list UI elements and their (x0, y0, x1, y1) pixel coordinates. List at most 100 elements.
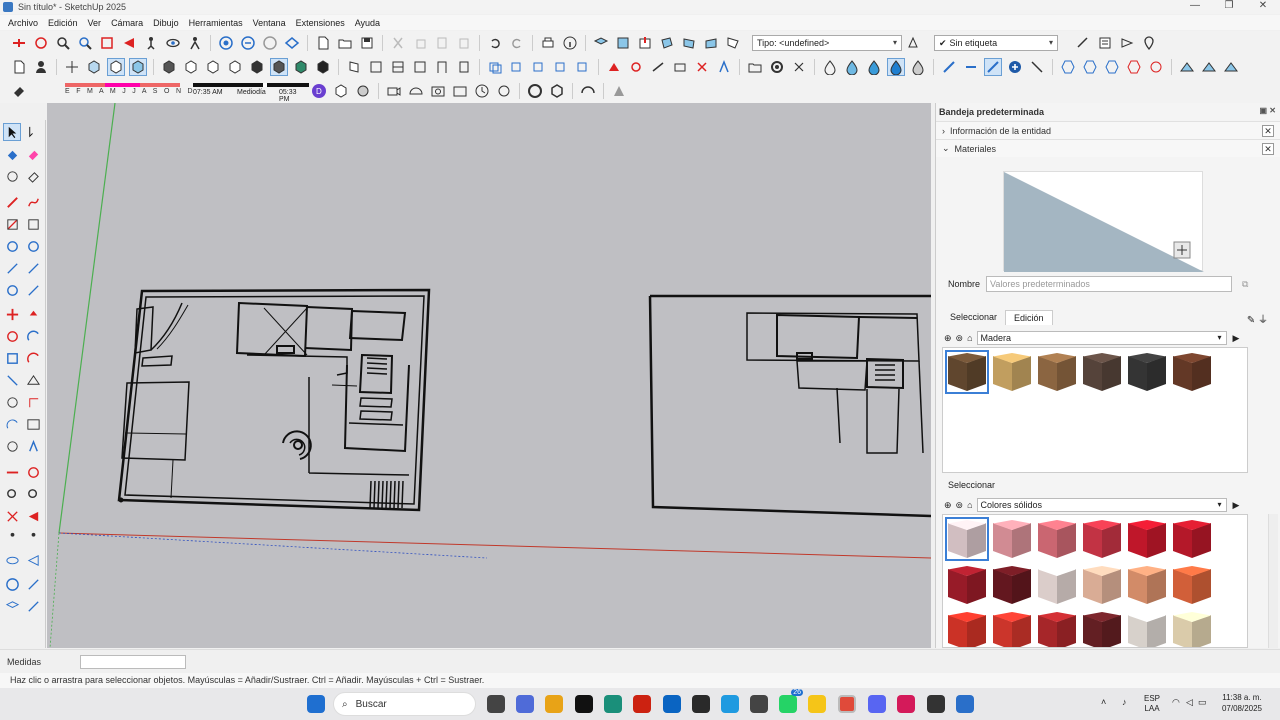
section-tool-icon[interactable] (24, 551, 42, 569)
close-x-icon[interactable] (790, 58, 808, 76)
user-icon[interactable] (32, 58, 50, 76)
chevron-up-icon[interactable]: ˄ (1101, 697, 1106, 707)
axes-icon[interactable] (63, 58, 81, 76)
polygon-tool-icon[interactable] (24, 237, 42, 255)
wood-swatch[interactable] (945, 350, 989, 394)
layers-tool-2-icon[interactable] (24, 597, 42, 615)
color-swatch[interactable] (990, 609, 1034, 647)
terrain-3-icon[interactable] (1222, 58, 1240, 76)
layers-blue-4-icon[interactable] (552, 58, 570, 76)
zoom-icon[interactable] (54, 34, 72, 52)
outlook-icon[interactable] (663, 695, 681, 713)
add-circle-icon[interactable] (1006, 58, 1024, 76)
app-dark-icon[interactable] (692, 695, 710, 713)
style-selected-icon[interactable] (270, 58, 288, 76)
color-swatch[interactable] (1035, 563, 1079, 607)
push-pull-icon[interactable] (24, 305, 42, 323)
wood-swatch[interactable] (1080, 350, 1124, 394)
tab-edit[interactable]: Edición (1005, 310, 1053, 325)
clock-icon[interactable] (473, 82, 491, 100)
home-icon[interactable]: ⌂ (967, 333, 972, 343)
maximize-icon[interactable]: ❐ (1212, 0, 1246, 14)
mic-icon[interactable]: ♪ (1122, 697, 1127, 707)
color-swatch[interactable] (1035, 609, 1079, 647)
sandbox-5-icon[interactable] (693, 58, 711, 76)
settings-wheel-icon[interactable] (526, 82, 544, 100)
drop-icon[interactable] (821, 58, 839, 76)
app-gray-icon[interactable] (750, 695, 768, 713)
widgets-icon[interactable] (516, 695, 534, 713)
tag-dropdown[interactable]: ✔ Sin etiqueta ▾ (934, 35, 1058, 51)
tray-pin-close-icons[interactable]: ▣ ✕ (1260, 106, 1276, 115)
camera-tool-icon[interactable] (385, 82, 403, 100)
right-view-icon[interactable] (658, 34, 676, 52)
forward-icon[interactable]: ⊚ (956, 500, 964, 511)
wood-swatch[interactable] (1170, 350, 1214, 394)
previous-view-tool-icon[interactable] (24, 507, 42, 525)
paste-icon[interactable] (433, 34, 451, 52)
zoom-tool-icon[interactable] (3, 485, 21, 503)
tool-a-icon[interactable] (940, 58, 958, 76)
material-name-field[interactable]: Valores predeterminados (986, 276, 1233, 292)
tool-c-icon[interactable] (984, 58, 1002, 76)
menu-extensiones[interactable]: Extensiones (294, 18, 347, 28)
save-icon[interactable] (358, 34, 376, 52)
menu-ver[interactable]: Ver (86, 18, 104, 28)
top-view-icon[interactable] (614, 34, 632, 52)
color-swatch[interactable] (945, 609, 989, 647)
speaker-icon[interactable]: ◁ (1186, 697, 1193, 708)
dimension-tool-icon[interactable] (3, 393, 21, 411)
3d-text-icon[interactable] (24, 437, 42, 455)
duplicate-icon[interactable]: ⧉ (1242, 279, 1248, 290)
home-icon[interactable]: ⌂ (967, 500, 972, 510)
forward-icon[interactable]: ⊚ (956, 333, 964, 344)
color-swatch[interactable] (945, 517, 989, 561)
wood-swatch[interactable] (1035, 350, 1079, 394)
orbit-tool-icon[interactable] (3, 463, 21, 481)
language-indicator[interactable]: ESP LAA (1144, 694, 1160, 714)
taskbar-search[interactable]: ⌕ Buscar (333, 692, 476, 716)
terrain-2-icon[interactable] (1200, 58, 1218, 76)
sphere-icon[interactable] (354, 82, 372, 100)
outliner-icon[interactable] (1096, 34, 1114, 52)
text-box-icon[interactable] (24, 415, 42, 433)
look-around-tool-icon[interactable] (3, 551, 21, 569)
arc-2pt-icon[interactable] (24, 259, 42, 277)
protractor-icon[interactable] (24, 371, 42, 389)
drop-selected-icon[interactable] (887, 58, 905, 76)
menu-ayuda[interactable]: Ayuda (353, 18, 382, 28)
cube-icon[interactable] (332, 82, 350, 100)
shaded-textures-icon[interactable] (204, 58, 222, 76)
details-icon[interactable]: ▶ (1233, 500, 1240, 511)
arc-tool-2-icon[interactable] (3, 259, 21, 277)
tag-paint-icon[interactable] (3, 167, 21, 185)
close-icon[interactable]: ✕ (1246, 0, 1280, 14)
geo-location-icon[interactable] (1140, 34, 1158, 52)
scenes-icon[interactable] (1118, 34, 1136, 52)
drop-blue-2-icon[interactable] (865, 58, 883, 76)
library-dropdown-bottom[interactable]: Colores sólidos ▾ (976, 498, 1227, 512)
position-camera-icon[interactable] (186, 34, 204, 52)
color-swatch[interactable] (1170, 609, 1214, 647)
bottom-view-icon[interactable] (724, 34, 742, 52)
eraser-2-icon[interactable] (24, 167, 42, 185)
entity-info-panel[interactable]: › Información de la entidad ✕ (936, 121, 1280, 139)
hex-4-icon[interactable] (1125, 58, 1143, 76)
paint-bucket-icon[interactable] (3, 145, 21, 163)
acrobat-icon[interactable] (897, 695, 915, 713)
text-tool-icon[interactable] (715, 58, 733, 76)
netflix-icon[interactable] (633, 695, 651, 713)
scale-tool-icon[interactable] (3, 349, 21, 367)
wifi-icon[interactable]: ◠ (1172, 697, 1180, 708)
walk-tool-icon[interactable] (24, 529, 42, 547)
chrome-icon[interactable] (838, 695, 856, 713)
zoom-window-icon[interactable] (76, 34, 94, 52)
menu-herramientas[interactable]: Herramientas (187, 18, 245, 28)
materials-panel[interactable]: ⌄ Materiales ✕ (936, 139, 1280, 157)
model-info-icon[interactable] (561, 34, 579, 52)
back-icon[interactable]: ⊕ (944, 333, 952, 344)
color-swatch[interactable] (1125, 609, 1169, 647)
pan-icon[interactable] (32, 34, 50, 52)
tag-tool-icon[interactable] (1074, 34, 1092, 52)
page-icon[interactable] (10, 58, 28, 76)
